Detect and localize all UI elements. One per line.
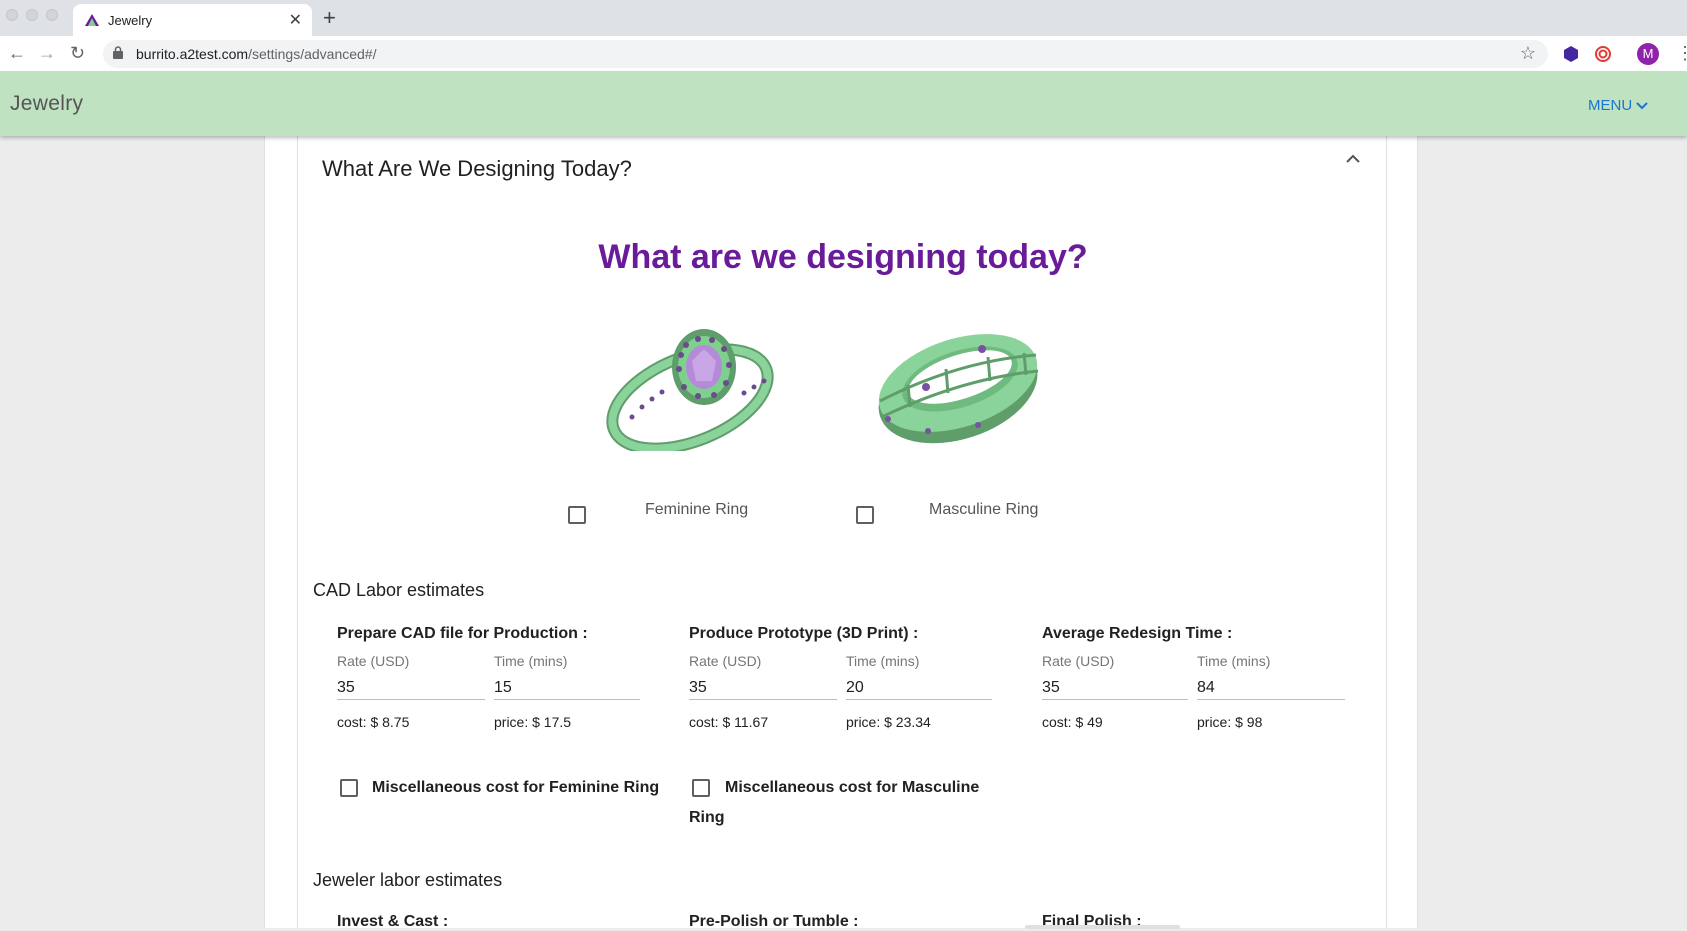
feminine-ring-checkbox[interactable] bbox=[568, 506, 586, 524]
profile-avatar[interactable]: M bbox=[1637, 43, 1659, 65]
address-bar[interactable]: burrito.a2test.com/settings/advanced#/ ☆ bbox=[103, 40, 1548, 68]
cad-rate-input[interactable] bbox=[337, 676, 485, 700]
scroll-indicator bbox=[1025, 925, 1180, 929]
rate-label: Rate (USD) bbox=[337, 653, 410, 669]
misc-masculine-checkbox[interactable] bbox=[692, 779, 710, 797]
redesign-time-input[interactable] bbox=[1197, 676, 1345, 700]
misc-feminine-checkbox[interactable] bbox=[340, 779, 358, 797]
redesign-cost: cost: $ 49 bbox=[1042, 714, 1103, 730]
prototype-rate-input[interactable] bbox=[689, 676, 837, 700]
page-container: What Are We Designing Today? What are we… bbox=[264, 136, 1418, 930]
redesign-group-title: Average Redesign Time : bbox=[1042, 625, 1233, 642]
menu-button[interactable]: MENU bbox=[1588, 97, 1649, 114]
cad-price: price: $ 17.5 bbox=[494, 714, 572, 730]
prototype-price: price: $ 23.34 bbox=[846, 714, 931, 730]
designing-card: What Are We Designing Today? What are we… bbox=[297, 136, 1387, 930]
chevron-up-icon[interactable] bbox=[1346, 154, 1360, 164]
brand-title[interactable]: Jewelry bbox=[10, 92, 83, 116]
time-label: Time (mins) bbox=[1197, 653, 1271, 669]
invest-cast-title: Invest & Cast : bbox=[337, 913, 449, 930]
rate-label: Rate (USD) bbox=[689, 653, 762, 669]
misc-feminine-label: Miscellaneous cost for Feminine Ring bbox=[372, 779, 660, 796]
pre-polish-title: Pre-Polish or Tumble : bbox=[689, 913, 859, 930]
tab-title: Jewelry bbox=[108, 13, 153, 28]
url-text: burrito.a2test.com/settings/advanced#/ bbox=[136, 46, 376, 62]
prototype-time-input[interactable] bbox=[846, 676, 992, 700]
menu-label: MENU bbox=[1588, 97, 1633, 114]
feminine-ring-label: Feminine Ring bbox=[645, 501, 749, 518]
masculine-ring-image[interactable] bbox=[868, 321, 1048, 451]
redesign-rate-input[interactable] bbox=[1042, 676, 1188, 700]
masculine-ring-label: Masculine Ring bbox=[929, 501, 1039, 518]
cad-group-title: Prepare CAD file for Production : bbox=[337, 625, 588, 642]
tab-close-icon[interactable]: ✕ bbox=[289, 10, 302, 30]
forward-icon[interactable]: → bbox=[38, 43, 56, 64]
time-label: Time (mins) bbox=[494, 653, 568, 669]
lock-icon bbox=[113, 46, 123, 59]
section-title: What Are We Designing Today? bbox=[322, 156, 632, 181]
browser-toolbar: ← → ↻ burrito.a2test.com/settings/advanc… bbox=[0, 36, 1687, 72]
feminine-ring-image[interactable] bbox=[602, 321, 780, 451]
masculine-ring-checkbox[interactable] bbox=[856, 506, 874, 524]
browser-menu-icon[interactable]: ⋮ bbox=[1676, 43, 1687, 64]
time-label: Time (mins) bbox=[846, 653, 920, 669]
window-minimize-dot[interactable] bbox=[26, 9, 38, 21]
browser-tab[interactable]: Jewelry ✕ bbox=[73, 4, 312, 36]
cad-labor-heading: CAD Labor estimates bbox=[313, 580, 485, 600]
cad-cost: cost: $ 8.75 bbox=[337, 714, 410, 730]
extension-swirl-icon[interactable] bbox=[1594, 45, 1612, 63]
rate-label: Rate (USD) bbox=[1042, 653, 1115, 669]
browser-tab-strip: Jewelry ✕ + bbox=[0, 0, 1687, 36]
back-icon[interactable]: ← bbox=[8, 43, 26, 64]
reload-icon[interactable]: ↻ bbox=[70, 43, 85, 64]
bookmark-star-icon[interactable]: ☆ bbox=[1520, 43, 1536, 64]
chevron-down-icon bbox=[1636, 102, 1649, 110]
app-favicon-icon bbox=[85, 14, 99, 26]
cad-time-input[interactable] bbox=[494, 676, 640, 700]
hero-heading: What are we designing today? bbox=[598, 238, 1088, 276]
jeweler-labor-heading: Jeweler labor estimates bbox=[313, 870, 503, 890]
url-path: /settings/advanced#/ bbox=[248, 46, 377, 62]
window-close-dot[interactable] bbox=[6, 9, 18, 21]
extension-cube-icon[interactable] bbox=[1562, 45, 1580, 63]
prototype-group-title: Produce Prototype (3D Print) : bbox=[689, 625, 919, 642]
app-header: Jewelry MENU bbox=[0, 72, 1687, 136]
prototype-cost: cost: $ 11.67 bbox=[689, 714, 769, 730]
window-zoom-dot[interactable] bbox=[46, 9, 58, 21]
misc-masculine-label-line1: Miscellaneous cost for Masculine bbox=[725, 779, 980, 796]
misc-masculine-label-line2: Ring bbox=[689, 809, 725, 826]
new-tab-icon[interactable]: + bbox=[323, 5, 336, 31]
url-host: burrito.a2test.com bbox=[136, 46, 249, 62]
redesign-price: price: $ 98 bbox=[1197, 714, 1263, 730]
